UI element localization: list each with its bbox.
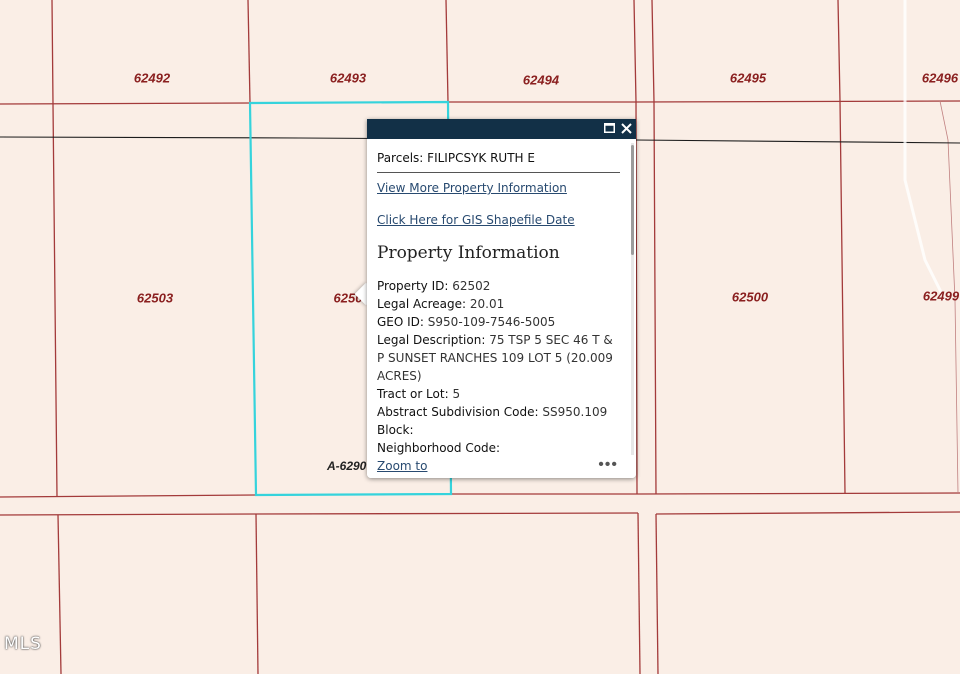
attr-neighborhood: Neighborhood Code: bbox=[377, 439, 621, 457]
attr-value: S950-109-7546-5005 bbox=[427, 315, 556, 329]
popup-title-prefix: Parcels: bbox=[377, 151, 424, 165]
attr-value: 20.01 bbox=[469, 297, 505, 311]
attr-label: GEO ID: bbox=[377, 315, 424, 329]
more-options-icon[interactable]: ••• bbox=[598, 456, 618, 474]
close-icon[interactable] bbox=[619, 121, 633, 135]
parcel-popup: Parcels: FILIPCSYK RUTH E View More Prop… bbox=[367, 119, 636, 478]
popup-header bbox=[367, 119, 636, 139]
popup-footer: Zoom to ••• bbox=[367, 456, 636, 478]
attr-property-id: Property ID: 62502 bbox=[377, 277, 621, 295]
attr-value: SS950.109 bbox=[542, 405, 608, 419]
gis-shapefile-link[interactable]: Click Here for GIS Shapefile Date bbox=[377, 213, 621, 227]
parcel-label-62503: 62503 bbox=[136, 290, 174, 306]
attr-label: Legal Description: bbox=[377, 333, 486, 347]
attr-geo-id: GEO ID: S950-109-7546-5005 bbox=[377, 313, 621, 331]
view-more-info-link[interactable]: View More Property Information bbox=[377, 181, 621, 195]
popup-scrollbar-thumb[interactable] bbox=[631, 145, 634, 255]
mls-watermark: MLS bbox=[4, 634, 42, 654]
popup-body: Parcels: FILIPCSYK RUTH E View More Prop… bbox=[367, 139, 631, 458]
attr-label: Tract or Lot: bbox=[377, 387, 449, 401]
abstract-label: A-6290 bbox=[327, 459, 367, 473]
attr-tract-or-lot: Tract or Lot: 5 bbox=[377, 385, 621, 403]
attr-legal-description: Legal Description: 75 TSP 5 SEC 46 T & P… bbox=[377, 331, 621, 385]
popup-title: Parcels: FILIPCSYK RUTH E bbox=[377, 151, 620, 173]
popup-title-owner: FILIPCSYK RUTH E bbox=[427, 151, 535, 165]
attr-label: Neighborhood Code: bbox=[377, 441, 501, 455]
attr-label: Property ID: bbox=[377, 279, 449, 293]
parcel-label-62494: 62494 bbox=[522, 72, 560, 88]
parcel-label-62496: 62496 bbox=[921, 70, 959, 86]
attr-label: Legal Acreage: bbox=[377, 297, 467, 311]
parcel-label-62493: 62493 bbox=[329, 70, 367, 86]
parcel-label-62492: 62492 bbox=[133, 70, 171, 86]
attr-abstract-subdivision: Abstract Subdivision Code: SS950.109 bbox=[377, 403, 621, 421]
attr-legal-acreage: Legal Acreage: 20.01 bbox=[377, 295, 621, 313]
attr-label: Block: bbox=[377, 423, 414, 437]
property-info-heading: Property Information bbox=[377, 243, 560, 263]
maximize-icon[interactable] bbox=[602, 121, 616, 135]
parcel-label-62499: 62499 bbox=[922, 288, 960, 304]
attr-value: 5 bbox=[452, 387, 461, 401]
attr-value: 62502 bbox=[452, 279, 491, 293]
attr-label: Abstract Subdivision Code: bbox=[377, 405, 539, 419]
parcel-label-62500: 62500 bbox=[731, 289, 769, 305]
zoom-to-link[interactable]: Zoom to bbox=[377, 459, 427, 473]
parcel-label-62495: 62495 bbox=[729, 70, 767, 86]
attr-block: Block: bbox=[377, 421, 621, 439]
